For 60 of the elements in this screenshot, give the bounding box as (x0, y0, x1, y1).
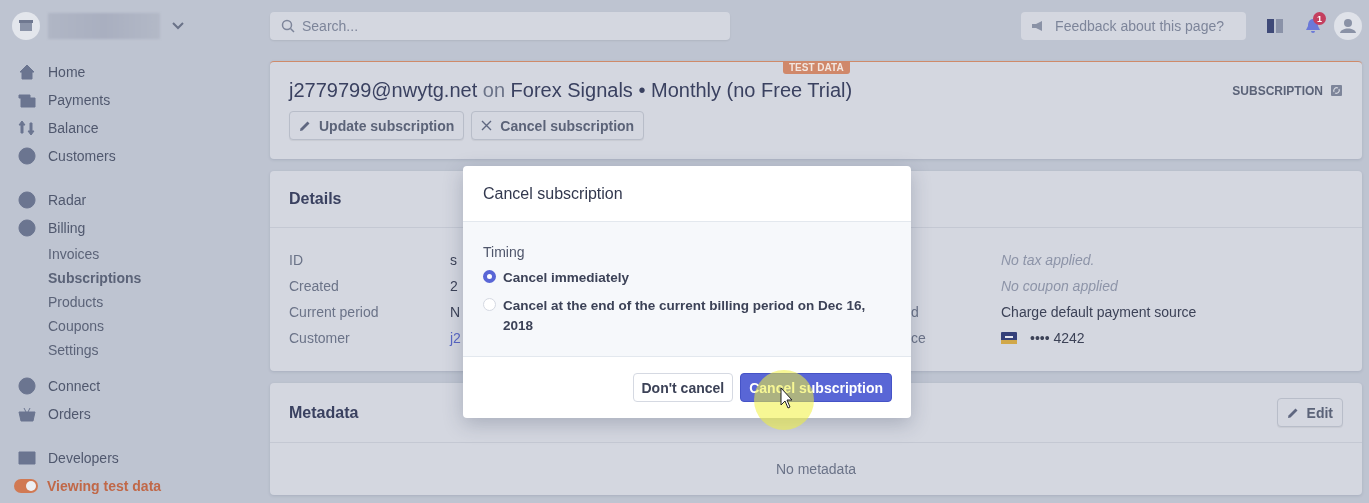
detail-value: No tax applied. (1001, 252, 1095, 268)
dismiss-button[interactable]: Don't cancel (632, 373, 734, 402)
detail-value: Charge default payment source (1001, 304, 1197, 320)
sidebar-item[interactable]: Customers (48, 148, 116, 164)
notification-badge: 1 (1313, 12, 1326, 25)
sidebar-item[interactable]: Balance (48, 120, 99, 136)
section-label: Timing (483, 244, 526, 260)
basket-icon (18, 405, 36, 423)
section-title: Metadata (289, 403, 359, 422)
edit-button[interactable]: Edit (1276, 398, 1343, 427)
action-button[interactable]: Cancel subscription (471, 111, 645, 140)
detail-label: Created (289, 278, 339, 294)
sidebar-subitem[interactable]: Coupons (48, 318, 105, 334)
detail-value: 2 (450, 278, 458, 294)
search-icon (281, 19, 295, 33)
empty-message: No metadata (775, 461, 857, 477)
sidebar-subitem[interactable]: Products (48, 294, 104, 310)
refresh-icon (1331, 85, 1342, 96)
detail-value: No coupon applied (1001, 278, 1118, 294)
radio-button[interactable] (483, 270, 496, 283)
detail-label: Customer (289, 330, 350, 346)
sidebar-item[interactable]: Home (48, 64, 86, 80)
test-data-label: Viewing test data (47, 478, 162, 494)
sidebar-item[interactable]: Developers (48, 450, 119, 466)
detail-value: •••• 4242 (1030, 330, 1085, 346)
detail-value: N (450, 304, 461, 320)
option-label[interactable]: Cancel at the end of the current billing period on Dec 16, 2018 (503, 296, 891, 336)
close-icon (481, 120, 493, 131)
home-icon (18, 63, 36, 81)
sidebar-item[interactable]: Payments (48, 92, 111, 108)
feedback-button[interactable]: Feedback about this page? (1021, 12, 1246, 40)
dialog-title: Cancel subscription (483, 184, 623, 203)
section-title: Details (289, 190, 342, 208)
sidebar-subitem[interactable]: Settings (48, 342, 99, 358)
store-logo-icon[interactable] (12, 12, 40, 40)
pencil-icon (1286, 406, 1299, 419)
pencil-icon (299, 119, 311, 132)
sidebar-subitem[interactable]: Subscriptions (48, 270, 142, 286)
sidebar-subitem[interactable]: Invoices (48, 246, 100, 262)
chevron-down-icon[interactable] (172, 22, 184, 30)
option-label[interactable]: Cancel immediately (503, 268, 630, 288)
detail-value[interactable]: j2 (450, 330, 461, 346)
avatar-icon[interactable] (1334, 12, 1362, 40)
subscription-title: j2779799@nwytg.net on Forex Signals • Monthly (no Free Trial) (289, 79, 853, 102)
search-field[interactable]: Search... (270, 12, 730, 40)
type-label: SUBSCRIPTION (1232, 83, 1323, 98)
detail-label: Current period (289, 304, 379, 320)
sidebar-item[interactable]: Connect (48, 378, 101, 394)
detail-value: s (450, 252, 457, 268)
test-data-badge: TEST DATA (783, 61, 850, 74)
detail-label: ce (911, 330, 926, 346)
sidebar-item[interactable]: Billing (48, 220, 86, 236)
action-button[interactable]: Update subscription (289, 111, 465, 140)
detail-label: ID (289, 252, 303, 268)
sidebar-item[interactable]: Orders (48, 406, 91, 422)
book-icon[interactable] (1266, 18, 1284, 34)
detail-label: d (911, 304, 919, 320)
arrows-icon (18, 119, 36, 137)
test-data-toggle[interactable] (14, 479, 38, 493)
sidebar-item[interactable]: Radar (48, 192, 87, 208)
